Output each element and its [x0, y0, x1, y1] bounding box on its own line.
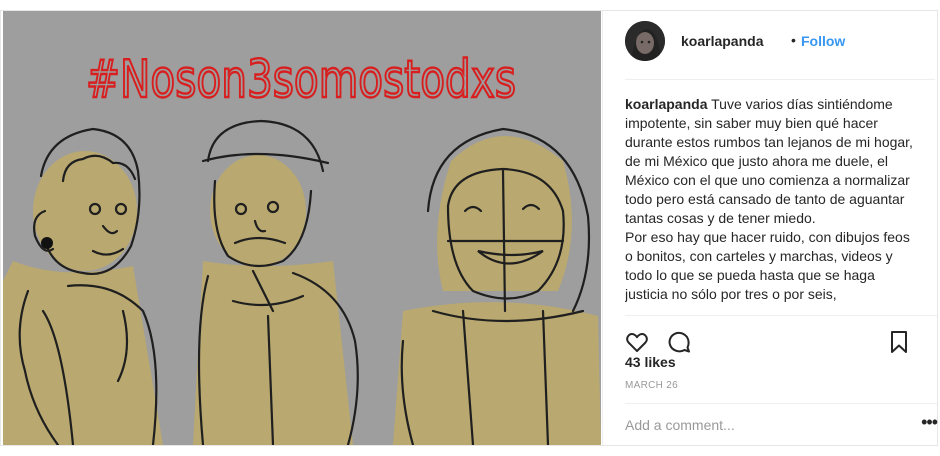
header-username[interactable]: koarlapanda	[681, 33, 763, 49]
post-sidebar: koarlapanda • Follow koarlapanda Tuve va…	[602, 11, 938, 445]
header-separator: •	[791, 32, 796, 48]
post-header: koarlapanda • Follow	[625, 11, 935, 80]
caption-paragraph-2: Por eso hay que hacer ruido, con dibujos…	[625, 229, 910, 302]
caption-text-1: Tuve varios días sintiéndome impotente, …	[625, 96, 913, 226]
caption-author[interactable]: koarlapanda	[625, 96, 707, 112]
caption-paragraph-1: koarlapanda Tuve varios días sintiéndome…	[625, 95, 917, 228]
avatar-icon	[625, 21, 665, 61]
more-options-icon[interactable]: •••	[921, 412, 938, 433]
post-caption: koarlapanda Tuve varios días sintiéndome…	[625, 95, 917, 313]
post-actions: 43 likes MARCH 26	[625, 315, 937, 416]
comment-input[interactable]	[625, 415, 895, 435]
follow-button[interactable]: Follow	[801, 33, 845, 49]
avatar[interactable]	[625, 21, 665, 61]
instagram-post: #Noson3somostodxs koarlapanda • Follow k…	[0, 10, 938, 446]
likes-count[interactable]: 43 likes	[625, 354, 676, 370]
image-hashtag-text: #Noson3somostodxs	[86, 50, 516, 110]
sketch-illustration: #Noson3somostodxs	[3, 11, 601, 445]
post-date[interactable]: MARCH 26	[625, 380, 678, 391]
comment-bar: •••	[625, 403, 938, 444]
post-image[interactable]: #Noson3somostodxs	[3, 11, 601, 445]
bookmark-icon[interactable]	[889, 330, 909, 359]
